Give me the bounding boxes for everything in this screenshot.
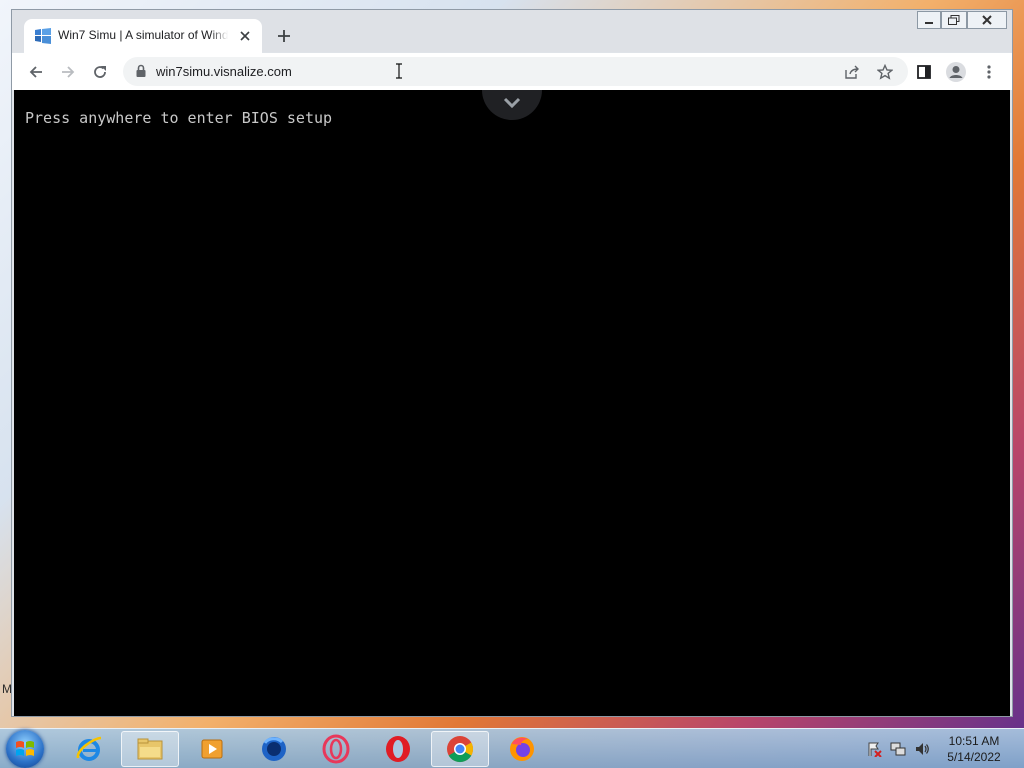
system-clock[interactable]: 10:51 AM 5/14/2022 <box>936 733 1012 765</box>
action-center-icon <box>868 742 882 757</box>
taskbar: 10:51 AM 5/14/2022 <box>0 728 1024 768</box>
new-tab-button[interactable] <box>274 26 294 46</box>
tab-close-button[interactable] <box>236 27 254 45</box>
taskbar-opera[interactable] <box>369 731 427 767</box>
minimize-button[interactable] <box>917 11 941 29</box>
clock-time: 10:51 AM <box>948 734 1000 748</box>
bookmark-button[interactable] <box>875 62 895 82</box>
title-bar[interactable]: Win7 Simu | A simulator of Windows 7 <box>12 10 1012 53</box>
url-text[interactable]: win7simu.visnalize.com <box>156 64 292 79</box>
opera-gx-icon <box>322 734 350 764</box>
network-button[interactable] <box>890 741 906 757</box>
internet-explorer-icon <box>76 736 102 761</box>
browser-toolbar: win7simu.visnalize.com <box>12 53 1012 90</box>
taskbar-chrome[interactable] <box>431 731 489 767</box>
taskbar-internet-explorer[interactable] <box>60 731 118 767</box>
close-icon <box>982 15 992 25</box>
lock-icon[interactable] <box>135 64 147 78</box>
minimize-icon <box>925 22 933 24</box>
firefox-blue-icon <box>262 737 286 761</box>
media-player-icon <box>201 739 223 759</box>
taskbar-media-player[interactable] <box>183 731 241 767</box>
file-explorer-icon <box>137 738 163 760</box>
chrome-icon <box>447 736 474 763</box>
forward-button[interactable] <box>56 60 80 84</box>
text-cursor-icon <box>396 63 402 79</box>
volume-icon <box>916 743 929 755</box>
browser-window: Win7 Simu | A simulator of Windows 7 win… <box>11 9 1013 717</box>
back-arrow-icon <box>29 66 42 78</box>
share-icon <box>845 65 859 79</box>
bios-prompt[interactable]: Press anywhere to enter BIOS setup <box>25 109 332 127</box>
firefox-icon <box>510 737 534 761</box>
plus-icon <box>278 30 290 42</box>
action-center-button[interactable] <box>866 741 882 757</box>
close-window-button[interactable] <box>967 11 1007 29</box>
share-button[interactable] <box>842 62 862 82</box>
restore-button[interactable] <box>941 11 967 29</box>
taskbar-firefox[interactable] <box>493 731 551 767</box>
profile-icon <box>946 62 966 82</box>
clock-date: 5/14/2022 <box>947 750 1001 764</box>
address-bar[interactable]: win7simu.visnalize.com <box>123 57 908 86</box>
profile-button[interactable] <box>944 60 968 84</box>
close-icon <box>240 31 250 41</box>
windows-logo-icon <box>16 741 34 756</box>
taskbar-firefox-blue[interactable] <box>245 731 303 767</box>
volume-button[interactable] <box>914 741 930 757</box>
page-content[interactable]: Press anywhere to enter BIOS setup <box>14 90 1010 716</box>
taskbar-file-explorer[interactable] <box>121 731 179 767</box>
start-button[interactable] <box>6 730 44 768</box>
side-panel-button[interactable] <box>912 60 936 84</box>
reload-icon <box>94 66 106 78</box>
browser-tab[interactable]: Win7 Simu | A simulator of Windows 7 <box>24 19 262 53</box>
fullscreen-toggle-button[interactable] <box>482 90 542 120</box>
kebab-menu-icon <box>987 65 991 79</box>
win7simu-favicon <box>35 28 51 44</box>
browser-menu-button[interactable] <box>977 60 1001 84</box>
chevron-down-icon <box>503 97 521 109</box>
side-panel-icon <box>917 65 931 79</box>
restore-icon <box>948 15 960 25</box>
taskbar-opera-gx[interactable] <box>307 731 365 767</box>
network-icon <box>890 742 906 756</box>
tab-title: Win7 Simu | A simulator of Windows 7 <box>58 28 228 42</box>
forward-arrow-icon <box>62 66 75 78</box>
opera-icon <box>386 736 410 762</box>
back-button[interactable] <box>24 60 48 84</box>
reload-button[interactable] <box>88 60 112 84</box>
star-icon <box>877 64 893 80</box>
